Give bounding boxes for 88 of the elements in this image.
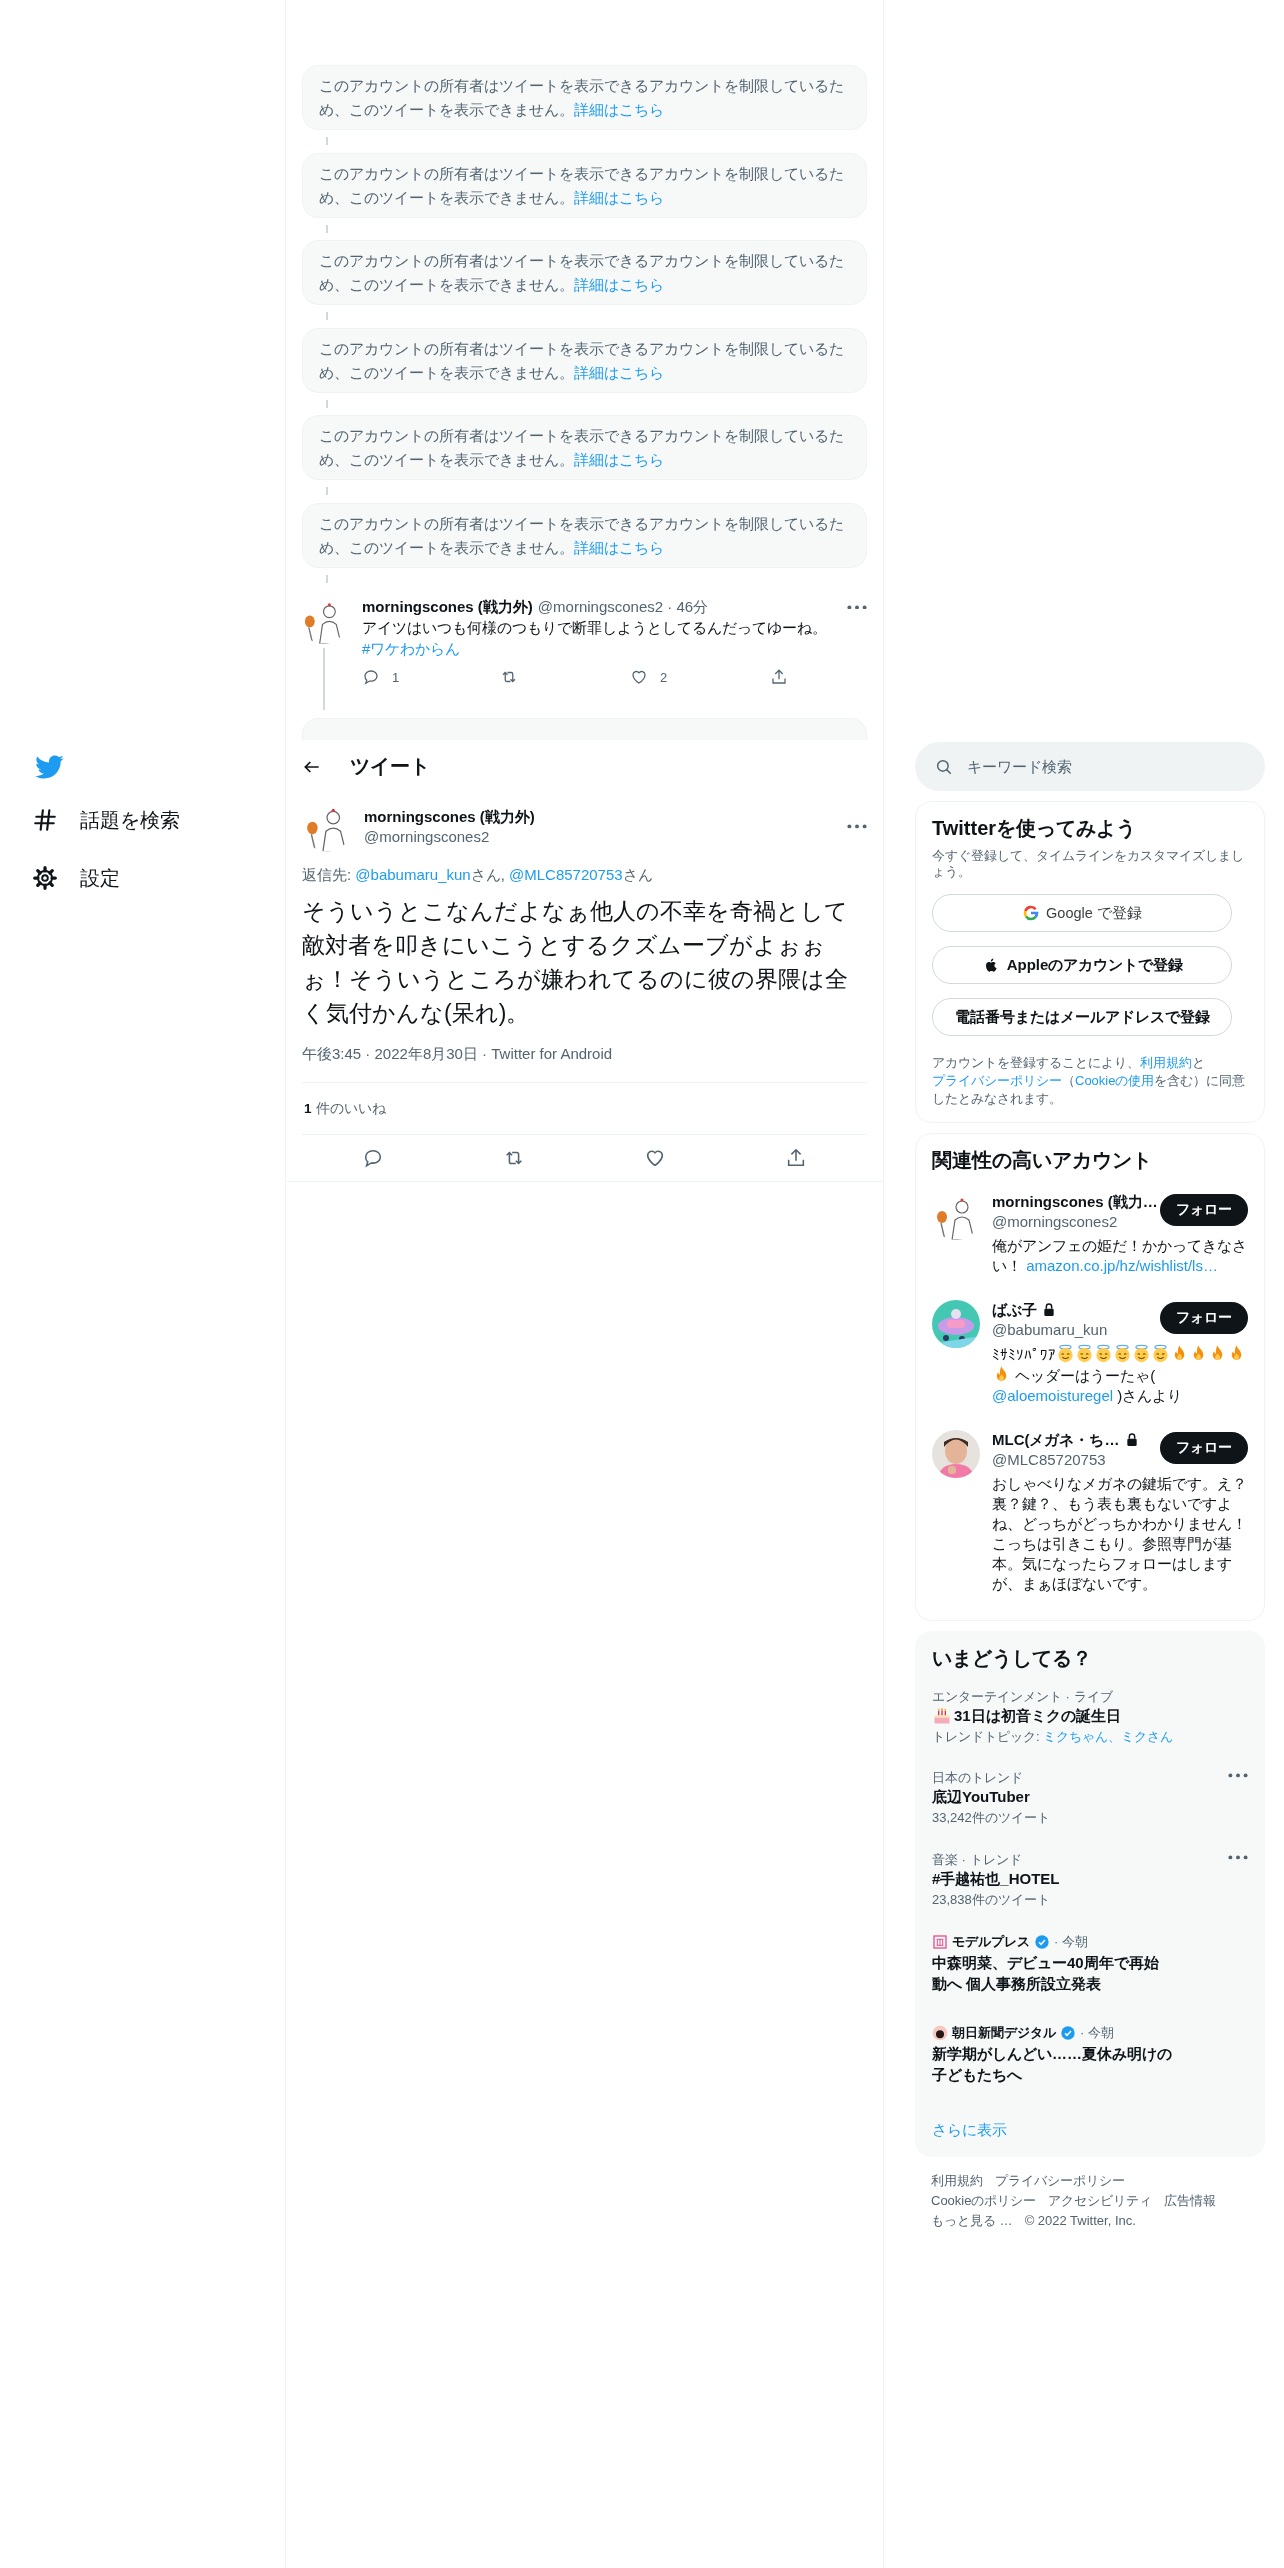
heart-icon (630, 668, 648, 686)
footer-link[interactable]: 広告情報 (1164, 2191, 1217, 2211)
follow-button[interactable]: フォロー (1160, 1432, 1248, 1464)
settings-icon (32, 865, 58, 891)
tweet-meta: 午後3:45 · 2022年8月30日 · Twitter for Android (302, 1044, 867, 1083)
card-subtitle: 今すぐ登録して、タイムラインをカスタマイズしましょう。 (932, 848, 1245, 880)
follow-button[interactable]: フォロー (1160, 1194, 1248, 1226)
google-logo-icon (1022, 904, 1041, 922)
nav-item[interactable]: 話題を検索 (32, 800, 192, 840)
halo-smile-icon (1113, 1344, 1132, 1363)
more-button[interactable] (1228, 1855, 1248, 1860)
user-handle: @morningscones2 (992, 1212, 1119, 1232)
signup-button[interactable]: Appleのアカウントで登録 (932, 946, 1232, 984)
tweet-text: アイツはいつも何様のつもりで断罪しようとしてるんだってゆーね。 #ワケわからん (362, 618, 828, 659)
halo-smile-icon (1094, 1344, 1113, 1363)
copyright-text: © 2022 Twitter, Inc. (1024, 2212, 1136, 2230)
likes-count[interactable]: 1 件のいいね (304, 1099, 386, 1118)
user-bio: ﾐｻﾐｿﾊﾟﾜｱ ヘッダーはうーたゃ( @aloemoisturegel )さんより (992, 1344, 1248, 1406)
news-headline[interactable]: 新学期がしんどい……夏休み明けの子どもたちへ (932, 2043, 1172, 2085)
page-title: ツイート (350, 754, 430, 779)
user-handle: @babumaru_kun (992, 1320, 1109, 1340)
more-button[interactable] (847, 604, 867, 610)
tweet-count: 33,242件のツイート (932, 1809, 1051, 1827)
signup-button[interactable]: 電話番号またはメールアドレスで登録 (932, 998, 1232, 1036)
more-button[interactable] (847, 824, 867, 829)
post-time: · 今朝 (1054, 1933, 1088, 1950)
card-title: Twitterを使ってみよう (932, 816, 1138, 841)
user-handle: @morningscones2 (364, 826, 491, 847)
footer-link[interactable]: 利用規約 (931, 2171, 983, 2191)
user-name: morningscones (戦力外) (362, 597, 533, 617)
search-field[interactable]: キーワード検索 (915, 742, 1265, 791)
footer-link[interactable]: アクセシビリティ (1048, 2191, 1153, 2211)
halo-smile-icon (1132, 1344, 1151, 1363)
reply-button[interactable]: 1 (362, 668, 400, 686)
footer-link[interactable]: Cookieのポリシー (931, 2191, 1037, 2211)
user-bio: 俺がアンフェの姫だ！かかってきなさい！ amazon.co.jp/hz/wishlist/ls… (992, 1236, 1248, 1276)
source-name: モデルプレス (952, 1933, 1030, 1950)
share-button[interactable] (770, 668, 788, 686)
user-bio: おしゃべりなメガネの鍵垢です。え？裏？鍵？、もう表も裏もないですよね、どっちがどっちかわかりません！こっちは引きこもり。参照専門が基本。気になったらフォローはしますが、まぁほぼないです。 (992, 1474, 1248, 1594)
card-title: いまどうしてる？ (931, 1646, 1093, 1671)
tweet-text: そういうとこなんだよなぁ他人の不幸を奇禍として敵対者を叩きにいこうとするクズムーブがよぉぉぉ！そういうところが嫌われてるのに彼の界隈は全く気付かんな(呆れ)。 (302, 897, 849, 1028)
follow-button[interactable]: フォロー (1160, 1302, 1248, 1334)
post-time: · 今朝 (1080, 2024, 1114, 2041)
trend-title[interactable]: 31日は初音ミクの誕生日 (954, 1705, 1121, 1726)
unavailable-tweet-notice: このアカウントの所有者はツイートを表示できるアカウントを制限しているため、このツイートを表示できません。詳細はこちら (302, 152, 867, 218)
halo-smile-icon (1151, 1344, 1170, 1363)
logo-icon (932, 2024, 948, 2041)
signup-button[interactable]: Google で登録 (932, 894, 1232, 932)
hashtag-icon (32, 807, 58, 833)
unavailable-tweet-notice: このアカウントの所有者はツイートを表示できるアカウントを制限しているため、このツイートを表示できません。詳細はこちら (302, 415, 867, 480)
like-button[interactable]: 2 (630, 668, 668, 686)
trend-context: 日本のトレンド (932, 1769, 1024, 1786)
more-icon (1228, 1773, 1248, 1778)
footer-link[interactable]: プライバシーポリシー (995, 2171, 1125, 2191)
card-title: 関連性の高いアカウント (932, 1148, 1153, 1173)
reply-to-line: 返信先: @babumaru_kunさん, @MLC85720753さん (302, 865, 654, 885)
search-icon (935, 757, 953, 776)
source-name: 朝日新聞デジタル (952, 2024, 1056, 2041)
unavailable-tweet-notice: このアカウントの所有者はツイートを表示できるアカウントを制限しているため、このツイートを表示できません。詳細はこちら (302, 65, 867, 130)
unavailable-tweet-notice: このアカウントの所有者はツイートを表示できるアカウントを制限しているため、このツイートを表示できません。詳細はこちら (302, 327, 867, 393)
legal-notice: アカウントを登録することにより、利用規約 と プライバシーポリシー（Cookieの使用を含む）に同意したとみなされます。 (932, 1054, 1247, 1108)
logo-icon (932, 1933, 948, 1950)
trend-topics: トレンドトピック: ミクちゃん、ミクさん (932, 1728, 1175, 1745)
reply-icon (362, 668, 380, 686)
trend-title[interactable]: #手越祐也_HOTEL (932, 1868, 1228, 1889)
unavailable-tweet-notice: このアカウントの所有者はツイートを表示できるアカウントを制限しているため、このツイートを表示できません。詳細はこちら (302, 240, 867, 305)
unavailable-tweet-notice: このアカウントの所有者はツイートを表示できるアカウントを制限しているため、このツイートを表示できません。詳細はこちら (302, 502, 867, 568)
user-name: ばぶ子 (992, 1300, 1037, 1320)
footer-link[interactable]: もっと見る … (931, 2211, 1013, 2231)
user-name: MLC(メガネ・ち… (992, 1430, 1120, 1450)
halo-smile-icon (1056, 1344, 1075, 1363)
more-icon (847, 604, 867, 610)
nav-item[interactable]: 設定 (32, 858, 132, 898)
more-icon (847, 824, 867, 829)
user-name: morningscones (戦力… (992, 1192, 1158, 1212)
tweet-meta: @morningscones2 · 46分 (537, 597, 709, 617)
trend-title[interactable]: 底辺YouTuber (932, 1786, 1228, 1807)
trend-context: 音楽 · トレンド (932, 1851, 1023, 1868)
trend-context: エンターテインメント · ライブ (932, 1688, 1114, 1705)
more-button[interactable] (1228, 1773, 1248, 1778)
user-name: morningscones (戦力外) (364, 806, 536, 827)
halo-smile-icon (1075, 1344, 1094, 1363)
cake-icon (932, 1705, 952, 1726)
share-icon (770, 668, 788, 686)
more-icon (1228, 1855, 1248, 1860)
news-headline[interactable]: 中森明菜、デビュー40周年で再始動へ 個人事務所設立発表 (932, 1952, 1172, 1994)
user-handle: @MLC85720753 (992, 1450, 1107, 1470)
tweet-count: 23,838件のツイート (932, 1891, 1051, 1909)
